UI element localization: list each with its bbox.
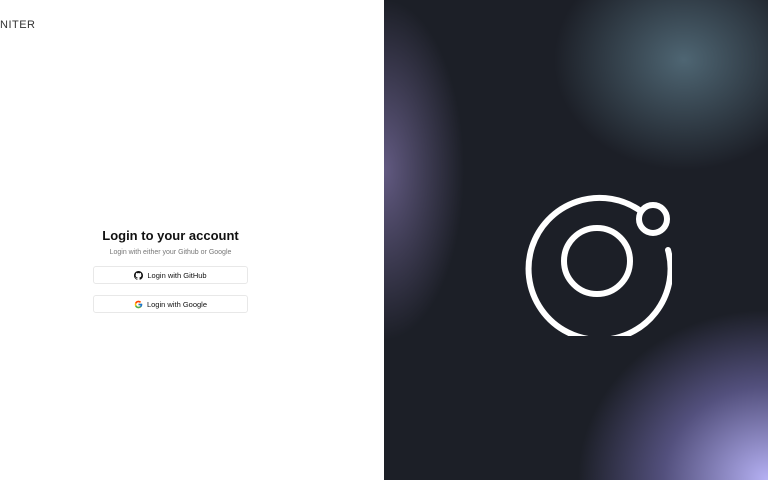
login-github-button[interactable]: Login with GitHub xyxy=(93,266,248,284)
github-icon xyxy=(134,270,144,280)
brand-name: NITER xyxy=(0,19,36,31)
hero-panel xyxy=(384,0,768,480)
login-google-button[interactable]: Login with Google xyxy=(93,295,248,313)
login-panel: NITER Login to your account Login with e… xyxy=(0,0,384,480)
login-title: Login to your account xyxy=(102,228,239,243)
ionic-logo-icon xyxy=(525,194,672,336)
login-form: Login to your account Login with either … xyxy=(93,228,248,313)
login-github-label: Login with GitHub xyxy=(147,270,207,280)
login-google-label: Login with Google xyxy=(146,299,208,309)
login-subtitle: Login with either your Github or Google xyxy=(109,249,232,256)
google-icon xyxy=(134,300,143,309)
